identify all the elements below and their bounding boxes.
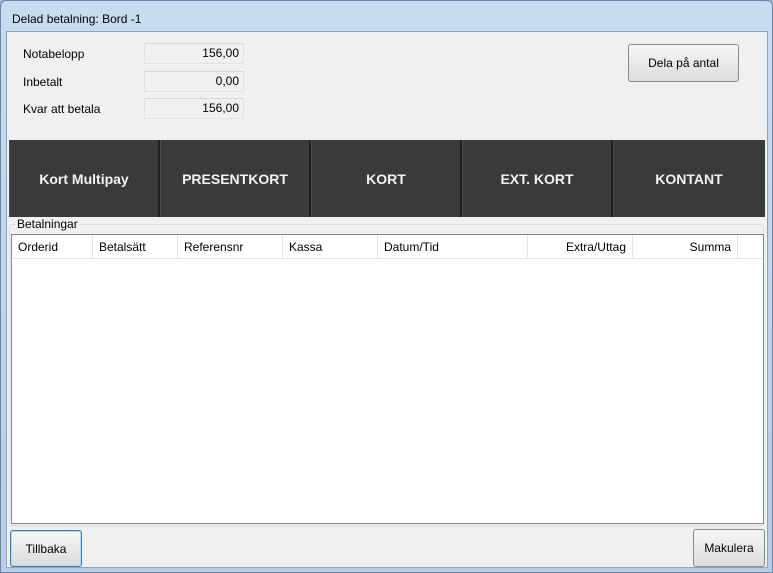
column-header-datetime[interactable]: Datum/Tid xyxy=(378,235,528,259)
remaining-label: Kvar att betala xyxy=(23,102,101,116)
remaining-field: 156,00 xyxy=(144,98,244,119)
payments-list-header: Orderid Betalsätt Referensnr Kassa Datum… xyxy=(12,235,763,259)
amount-due-label: Notabelopp xyxy=(23,47,85,61)
column-header-extra[interactable]: Extra/Uttag xyxy=(528,235,633,259)
pay-card-button[interactable]: KORT xyxy=(311,140,462,217)
pay-gift-card-button[interactable]: PRESENTKORT xyxy=(160,140,311,217)
split-payment-window: Delad betalning: Bord -1 Notabelopp 156,… xyxy=(0,0,773,573)
window-title: Delad betalning: Bord -1 xyxy=(12,12,142,26)
column-header-reference[interactable]: Referensnr xyxy=(178,235,283,259)
void-button[interactable]: Makulera xyxy=(693,529,765,567)
client-area: Notabelopp 156,00 Inbetalt 0,00 Kvar att… xyxy=(6,31,768,568)
payments-group-label: Betalningar xyxy=(16,217,79,231)
back-button[interactable]: Tillbaka xyxy=(10,530,82,567)
amount-due-field: 156,00 xyxy=(144,43,244,64)
paid-field: 0,00 xyxy=(144,71,244,92)
payment-method-bar: Kort Multipay PRESENTKORT KORT EXT. KORT… xyxy=(9,140,765,217)
column-header-register[interactable]: Kassa xyxy=(283,235,378,259)
pay-external-card-button[interactable]: EXT. KORT xyxy=(462,140,613,217)
payments-list[interactable]: Orderid Betalsätt Referensnr Kassa Datum… xyxy=(11,234,764,524)
pay-card-multipay-button[interactable]: Kort Multipay xyxy=(9,140,160,217)
pay-cash-button[interactable]: KONTANT xyxy=(613,140,764,217)
split-by-count-button[interactable]: Dela på antal xyxy=(628,44,739,82)
column-header-payment-method[interactable]: Betalsätt xyxy=(93,235,178,259)
column-header-sum[interactable]: Summa xyxy=(633,235,738,259)
column-header-orderid[interactable]: Orderid xyxy=(12,235,93,259)
paid-label: Inbetalt xyxy=(23,75,63,89)
